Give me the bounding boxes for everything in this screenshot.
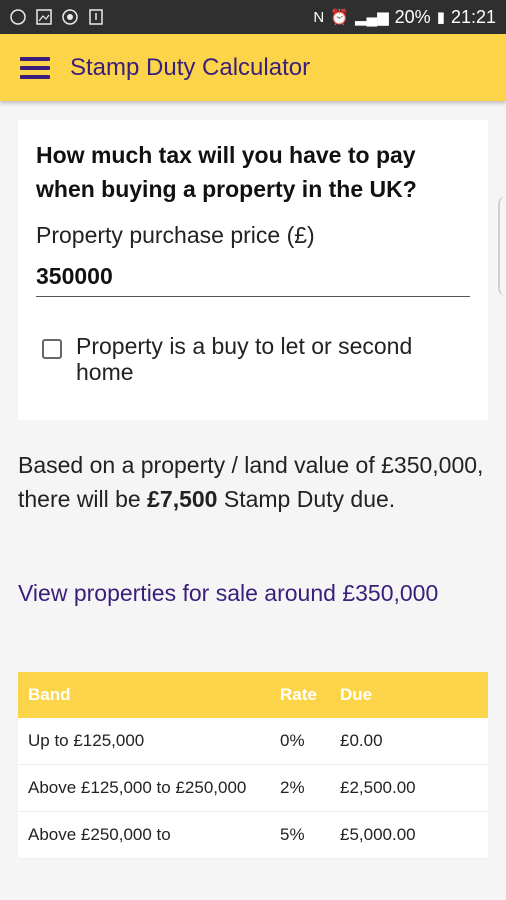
battery-icon: ▮ xyxy=(436,9,445,26)
menu-icon[interactable] xyxy=(20,52,50,84)
band-cell: Above £250,000 to xyxy=(28,825,171,844)
side-panel-handle[interactable] xyxy=(498,196,506,296)
status-bar: N ⏰ ▂▄▆ 20% ▮ 21:21 xyxy=(0,0,506,34)
due-cell: £2,500.00 xyxy=(340,778,416,797)
image-notification-icon xyxy=(36,9,52,25)
clock: 21:21 xyxy=(450,6,496,27)
rate-cell: 5% xyxy=(280,825,305,844)
rate-cell: 0% xyxy=(280,731,305,750)
price-label: Property purchase price (£) xyxy=(36,222,315,248)
due-cell: £0.00 xyxy=(340,731,383,750)
result-text-after: Stamp Duty due. xyxy=(217,486,396,512)
question-heading: How much tax will you have to pay when b… xyxy=(36,142,417,202)
target-notification-icon xyxy=(62,9,78,25)
buy-to-let-option[interactable]: Property is a buy to let or second home xyxy=(36,333,470,385)
status-right: N ⏰ ▂▄▆ 20% ▮ 21:21 xyxy=(313,7,496,28)
signal-icon: ▂▄▆ xyxy=(354,9,389,26)
calculator-card: How much tax will you have to pay when b… xyxy=(18,120,488,420)
table-row: Above £250,000 to 5% £5,000.00 xyxy=(18,812,488,859)
band-cell: Up to £125,000 xyxy=(28,731,145,750)
band-header: Band xyxy=(28,685,71,704)
table-header: Band Rate Due xyxy=(18,672,488,718)
rate-header: Rate xyxy=(280,685,317,704)
stamp-duty-amount: £7,500 xyxy=(147,486,218,512)
alarm-icon: ⏰ xyxy=(330,9,349,26)
notification-badge-icon xyxy=(10,9,26,25)
table-row: Above £125,000 to £250,000 2% £2,500.00 xyxy=(18,765,488,812)
buy-to-let-label[interactable]: Property is a buy to let or second home xyxy=(76,333,470,385)
app-bar: Stamp Duty Calculator xyxy=(0,34,506,101)
battery-percent: 20% xyxy=(394,6,431,27)
nfc-icon: N xyxy=(313,8,325,26)
due-header: Due xyxy=(340,685,373,704)
buy-to-let-checkbox[interactable] xyxy=(42,339,62,359)
result-text: Based on a property / land value of £350… xyxy=(18,448,488,516)
due-cell: £5,000.00 xyxy=(340,825,416,844)
tax-band-table: Band Rate Due Up to £125,000 0% £0.00 Ab… xyxy=(18,672,488,859)
app-title: Stamp Duty Calculator xyxy=(70,53,311,81)
download-notification-icon xyxy=(88,9,104,25)
price-input[interactable] xyxy=(36,259,470,297)
band-cell: Above £125,000 to £250,000 xyxy=(28,778,247,797)
notification-icons xyxy=(10,9,104,25)
view-properties-link[interactable]: View properties for sale around £350,000 xyxy=(18,576,488,610)
table-row: Up to £125,000 0% £0.00 xyxy=(18,718,488,765)
rate-cell: 2% xyxy=(280,778,305,797)
